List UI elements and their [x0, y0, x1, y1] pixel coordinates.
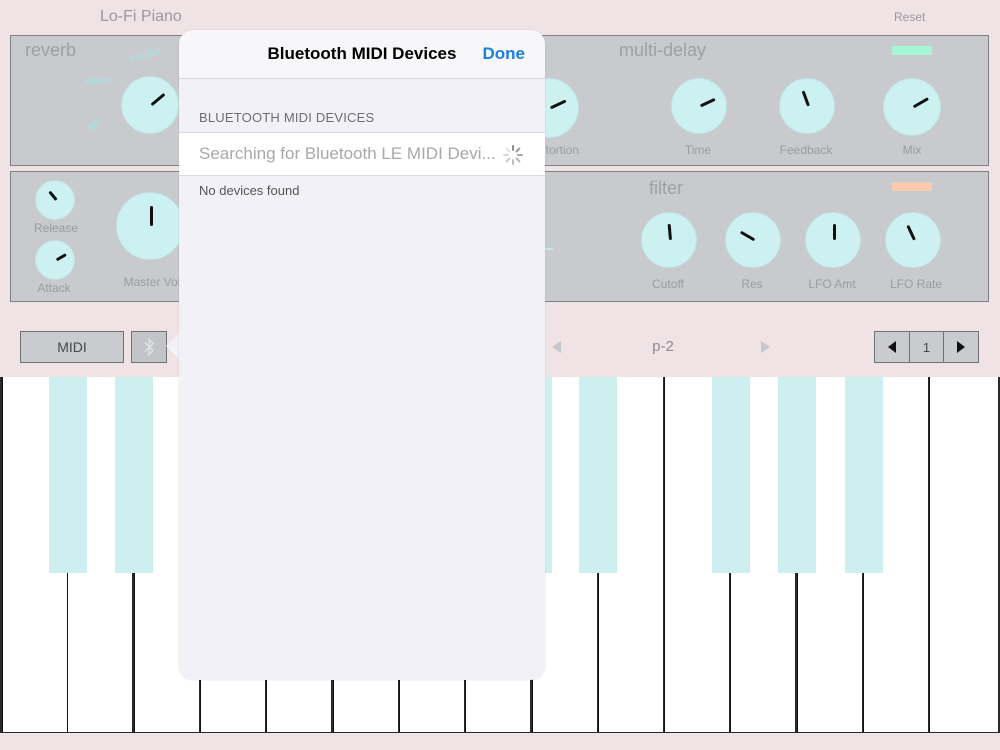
octave-up-button[interactable]	[943, 331, 979, 363]
black-key[interactable]	[579, 377, 617, 573]
multi-delay-panel: multi-delay tortion Time Feedback Mix	[519, 35, 989, 166]
done-button[interactable]: Done	[483, 44, 526, 64]
octave-down-button[interactable]	[874, 331, 910, 363]
knob-res-indicator	[739, 230, 756, 242]
loading-spinner-icon	[503, 145, 523, 165]
section-header: BLUETOOTH MIDI DEVICES	[199, 110, 375, 125]
black-key[interactable]	[115, 377, 153, 573]
no-devices-text: No devices found	[199, 183, 300, 198]
reverb-title: reverb	[25, 40, 77, 60]
bluetooth-button[interactable]	[131, 331, 167, 363]
knob-lfo-rate[interactable]	[885, 212, 941, 268]
label-res: Res	[741, 277, 763, 291]
octave-up-icon	[957, 341, 965, 353]
knob-attack-indicator	[55, 253, 68, 262]
black-key[interactable]	[712, 377, 750, 573]
preset-name: p-2	[652, 338, 674, 355]
label-lfo-rate: LFO Rate	[889, 277, 943, 291]
reverb-option-room[interactable]: room	[85, 76, 111, 87]
knob-master-vol[interactable]	[116, 192, 184, 260]
preset-prev-icon[interactable]	[552, 341, 561, 353]
label-feedback: Feedback	[779, 143, 833, 157]
knob-attack[interactable]	[35, 240, 75, 280]
multi-delay-led	[892, 46, 932, 55]
label-time: Time	[684, 143, 712, 157]
popover-arrow	[166, 332, 180, 360]
knob-cutoff[interactable]	[641, 212, 697, 268]
knob-mix-indicator	[912, 97, 929, 109]
knob-master-vol-indicator	[150, 206, 153, 226]
knob-feedback[interactable]	[779, 78, 835, 134]
knob-res[interactable]	[725, 212, 781, 268]
knob-time-indicator	[699, 97, 716, 108]
filter-title: filter	[649, 178, 684, 198]
filter-led	[892, 182, 932, 191]
reset-button[interactable]: Reset	[894, 10, 925, 24]
label-mix: Mix	[902, 143, 922, 157]
preset-next-icon[interactable]	[761, 341, 770, 353]
searching-cell: Searching for Bluetooth LE MIDI Devi...	[179, 132, 545, 176]
black-key[interactable]	[845, 377, 883, 573]
popover-nav-bar: Bluetooth MIDI Devices Done	[179, 30, 545, 79]
knob-mix[interactable]	[883, 78, 941, 136]
knob-feedback-indicator	[801, 90, 810, 107]
black-key[interactable]	[49, 377, 87, 573]
black-key[interactable]	[778, 377, 816, 573]
label-cutoff: Cutoff	[652, 277, 684, 291]
knob-release-indicator	[48, 190, 58, 201]
reverb-knob[interactable]	[121, 76, 179, 134]
multi-delay-title: multi-delay	[619, 40, 707, 60]
label-release: Release	[33, 221, 79, 235]
app-title: Lo-Fi Piano	[100, 8, 182, 25]
knob-cutoff-indicator	[667, 223, 672, 241]
filter-divider	[545, 248, 553, 250]
label-lfo-amt: LFO Amt	[808, 277, 856, 291]
label-attack: Attack	[37, 281, 71, 295]
knob-time[interactable]	[671, 78, 727, 134]
filter-panel: filter Cutoff Res LFO Amt LFO Rate	[534, 171, 989, 302]
reverb-option-studio[interactable]: studio	[128, 46, 161, 65]
octave-value: 1	[909, 331, 944, 363]
searching-text: Searching for Bluetooth LE MIDI Devi...	[199, 144, 496, 163]
knob-lfo-amt[interactable]	[805, 212, 861, 268]
bluetooth-midi-popover: Bluetooth MIDI Devices Done BLUETOOTH MI…	[179, 30, 545, 680]
knob-lfo-amt-indicator	[833, 223, 836, 240]
bluetooth-icon	[144, 338, 154, 356]
midi-button[interactable]: MIDI	[20, 331, 124, 363]
reverb-knob-indicator	[150, 93, 166, 107]
octave-down-icon	[888, 341, 896, 353]
knob-lfo-rate-indicator	[906, 224, 916, 241]
knob-release[interactable]	[35, 180, 75, 220]
bottom-bar	[0, 733, 1000, 750]
white-key[interactable]	[929, 377, 998, 732]
knob-distortion-indicator	[549, 99, 567, 110]
reverb-option-off[interactable]: off	[86, 119, 101, 132]
